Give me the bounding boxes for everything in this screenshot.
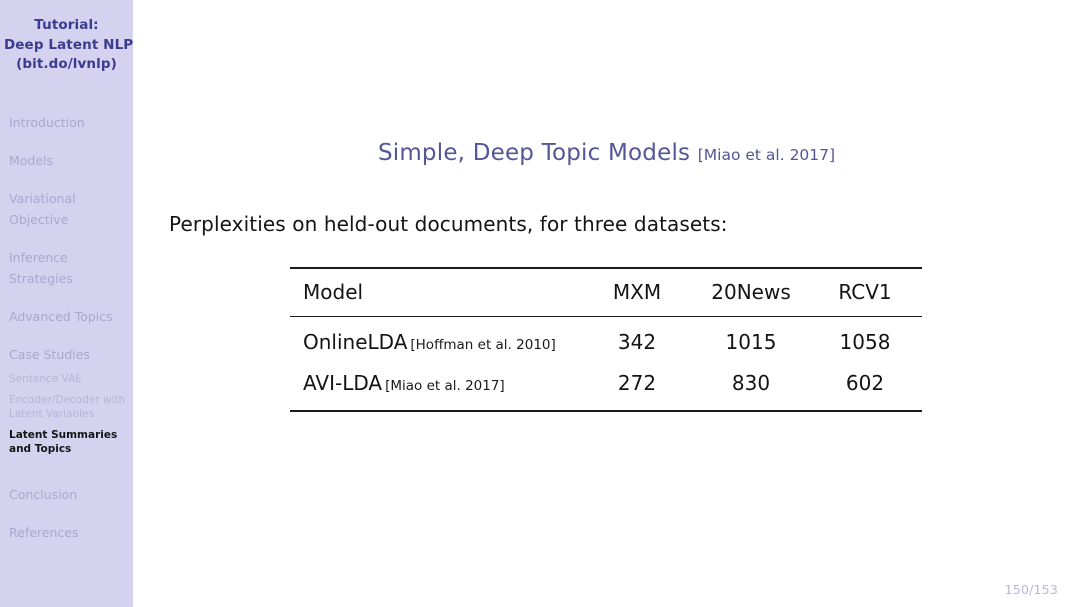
sidebar-item-variational-objective[interactable]: Variational Objective [9, 188, 133, 230]
column-header-rcv1: RCV1 [838, 280, 892, 304]
column-header-20news: 20News [711, 280, 791, 304]
sidebar-title: Tutorial: Deep Latent NLP (bit.do/lvnlp) [0, 16, 133, 75]
cell-rcv1: 602 [845, 371, 885, 395]
lead-text: Perplexities on held-out documents, for … [169, 212, 728, 236]
sidebar-item-inference-strategies[interactable]: Inference Strategies [9, 247, 133, 289]
sidebar-nav: Introduction Models Variational Objectiv… [0, 112, 133, 544]
sidebar-item-references[interactable]: References [9, 522, 133, 543]
cell-mxm: 272 [617, 371, 657, 395]
column-header-model: Model [303, 280, 364, 304]
sidebar-item-case-studies[interactable]: Case Studies [9, 344, 133, 365]
cell-20news: 1015 [725, 330, 777, 354]
sidebar-item-conclusion[interactable]: Conclusion [9, 484, 133, 505]
sidebar-subitem-latent-summaries-and-topics[interactable]: Latent Summaries and Topics [9, 429, 133, 456]
row-model-citation: [Miao et al. 2017] [385, 378, 505, 394]
sidebar-item-models[interactable]: Models [9, 150, 133, 171]
table-row: AVI-LDA [Miao et al. 2017] 272 830 602 [290, 363, 922, 411]
row-model-name: AVI-LDA [303, 371, 383, 395]
row-model-label: OnlineLDA [Hoffman et al. 2010] [290, 317, 580, 364]
slide: Tutorial: Deep Latent NLP (bit.do/lvnlp)… [0, 0, 1080, 607]
perplexity-table-container: Model MXM 20News RCV1 OnlineLDA [Hoffman … [290, 267, 922, 412]
page-title-citation: [Miao et al. 2017] [697, 146, 836, 164]
row-model-name: OnlineLDA [303, 330, 408, 354]
row-model-label: AVI-LDA [Miao et al. 2017] [290, 363, 580, 411]
cell-rcv1: 1058 [839, 330, 891, 354]
cell-mxm: 342 [617, 330, 657, 354]
slide-content: Simple, Deep Topic Models [Miao et al. 2… [133, 0, 1080, 607]
page-title: Simple, Deep Topic Models [Miao et al. 2… [133, 140, 1080, 166]
column-header-mxm: MXM [612, 280, 662, 304]
row-model-citation: [Hoffman et al. 2010] [410, 337, 556, 353]
cell-20news: 830 [731, 371, 771, 395]
page-number: 150/153 [1004, 582, 1058, 597]
perplexity-table: Model MXM 20News RCV1 OnlineLDA [Hoffman … [290, 267, 922, 412]
sidebar-item-advanced-topics[interactable]: Advanced Topics [9, 306, 133, 327]
sidebar-title-line-2: Deep Latent NLP [4, 36, 134, 53]
table-header: Model MXM 20News RCV1 [290, 268, 922, 317]
sidebar: Tutorial: Deep Latent NLP (bit.do/lvnlp)… [0, 0, 133, 607]
sidebar-title-line-3: (bit.do/lvnlp) [16, 56, 117, 72]
sidebar-subitem-sentence-vae[interactable]: Sentence VAE [9, 373, 133, 387]
sidebar-item-introduction[interactable]: Introduction [9, 112, 133, 133]
table-body: OnlineLDA [Hoffman et al. 2010] 342 1015 … [290, 317, 922, 411]
sidebar-subitem-encoder-decoder-with-latent-variables[interactable]: Encoder/Decoder with Latent Variables [9, 394, 133, 421]
table-header-row: Model MXM 20News RCV1 [290, 268, 922, 317]
page-title-text: Simple, Deep Topic Models [377, 140, 691, 166]
table-row: OnlineLDA [Hoffman et al. 2010] 342 1015 … [290, 317, 922, 364]
sidebar-title-line-1: Tutorial: [34, 17, 99, 33]
